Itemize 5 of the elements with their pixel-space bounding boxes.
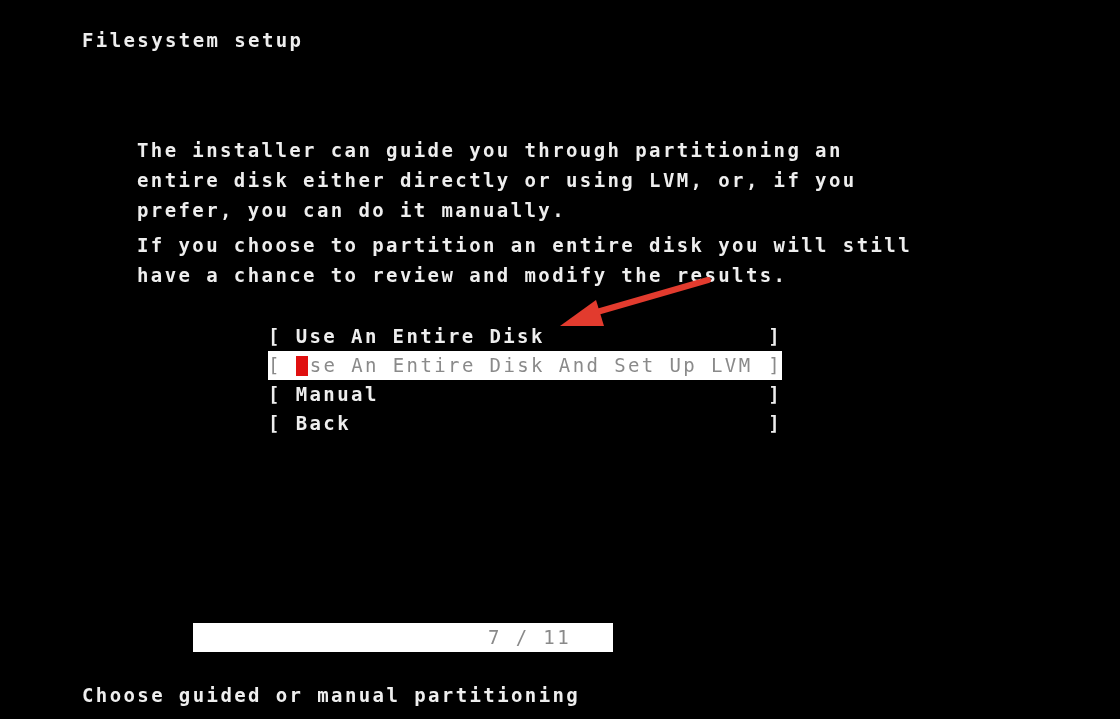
screen-title: Filesystem setup: [82, 28, 304, 53]
instruction-text: If you choose to partition an entire disk you will still have a chance to review and modify the results.: [137, 233, 912, 288]
progress-text: 7 / 11: [487, 625, 571, 651]
status-line: Choose guided or manual partitioning: [82, 683, 581, 708]
instruction-text: The installer can guide you through partitioning an entire disk either directly or using LVM, or, if you prefer, you can do it manually.: [137, 138, 857, 223]
